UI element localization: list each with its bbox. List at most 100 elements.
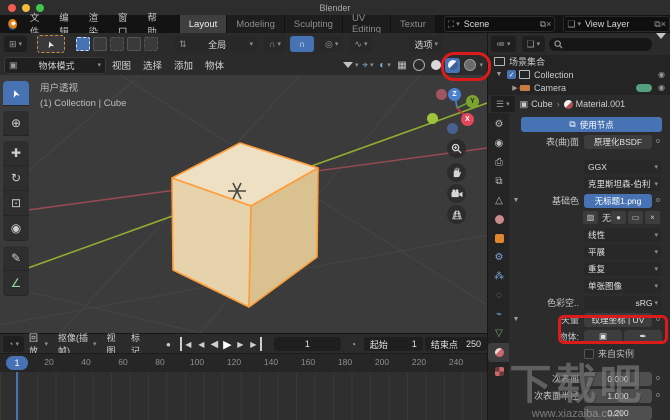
- camera-view-button[interactable]: [447, 184, 466, 203]
- extension-dropdown[interactable]: 重复▾: [584, 262, 662, 276]
- delete-scene-icon[interactable]: ×: [546, 20, 551, 29]
- tab-material[interactable]: [488, 343, 510, 362]
- tab-object[interactable]: [488, 229, 510, 248]
- object-picker-button[interactable]: ▣: [584, 330, 622, 344]
- outliner-row-camera[interactable]: ▶ Camera ◉: [488, 81, 670, 94]
- eye-icon[interactable]: ◉: [658, 83, 665, 92]
- timeline-editor-type-selector[interactable]: ◔ ▾: [3, 336, 24, 352]
- next-keyframe-button[interactable]: ▶: [234, 337, 247, 351]
- color-space-dropdown[interactable]: sRG▾: [584, 296, 662, 310]
- transform-orientation-dropdown[interactable]: ⇅ 全局 ▾: [174, 36, 258, 52]
- tab-texture-paint[interactable]: Textur: [391, 15, 436, 33]
- gizmo-z-axis[interactable]: Z: [448, 88, 461, 101]
- snap-toggle[interactable]: ∩: [290, 36, 314, 52]
- tab-uv-editing[interactable]: UV Editing: [343, 15, 391, 33]
- tab-modifiers[interactable]: ⚙: [488, 248, 510, 267]
- gizmo-x-axis[interactable]: X: [461, 113, 474, 126]
- orthographic-toggle-button[interactable]: [447, 205, 466, 224]
- shading-rendered-button[interactable]: [462, 58, 477, 73]
- decorator-dot[interactable]: o: [654, 138, 662, 145]
- zoom-button[interactable]: [447, 139, 466, 158]
- unlink-image-button[interactable]: ×: [645, 211, 660, 224]
- xray-toggle[interactable]: ▦: [394, 58, 409, 73]
- object-visibility-dropdown[interactable]: ▾: [343, 58, 359, 73]
- decorator-dot[interactable]: o: [654, 375, 662, 382]
- gizmo-neg-x-axis[interactable]: [436, 89, 447, 100]
- proportional-editing-dropdown[interactable]: ◎ ▾: [320, 36, 343, 52]
- gizmo-y-axis[interactable]: Y: [466, 95, 479, 108]
- playhead-line[interactable]: [16, 372, 18, 420]
- tool-annotate[interactable]: ✎: [3, 246, 29, 271]
- active-tool-select-box[interactable]: ➤: [37, 35, 65, 53]
- open-image-button[interactable]: ▭: [628, 211, 643, 224]
- mode-dropdown[interactable]: ▣ 物体模式 ▾: [4, 57, 106, 74]
- shading-solid-button[interactable]: [428, 58, 443, 73]
- tab-physics[interactable]: ◌: [488, 286, 510, 305]
- view-layer-selector[interactable]: ❏ ▾ View Layer ⧉ ×: [563, 16, 670, 32]
- tab-view-layer[interactable]: ⧉: [488, 172, 510, 191]
- source-dropdown[interactable]: 单张图像▾: [584, 279, 662, 293]
- outliner-editor-type-selector[interactable]: ≔ ▾: [491, 36, 516, 52]
- overlays-toggle[interactable]: ◐▾: [377, 58, 392, 73]
- blender-logo-icon[interactable]: [8, 19, 17, 30]
- gizmos-toggle[interactable]: ⌖▾: [360, 58, 375, 73]
- tab-tool[interactable]: ⚙: [488, 115, 510, 134]
- options-dropdown[interactable]: 选项 ▾: [409, 36, 443, 52]
- from-instancer-checkbox[interactable]: [584, 349, 594, 359]
- jump-to-end-button[interactable]: ▶: [247, 337, 262, 351]
- frame-start-field[interactable]: 起始 1: [364, 337, 423, 351]
- expand-triangle-icon[interactable]: ▼: [511, 316, 521, 323]
- outliner-display-mode[interactable]: ❏ ▾: [522, 36, 546, 52]
- editor-type-selector[interactable]: ⊞ ▾: [4, 36, 27, 52]
- play-reverse-button[interactable]: ◀: [208, 337, 221, 351]
- tool-measure[interactable]: ∠: [3, 271, 29, 296]
- tab-texture[interactable]: [488, 362, 510, 381]
- viewport-menu-object[interactable]: 物体: [199, 58, 230, 72]
- tab-render[interactable]: ◉: [488, 134, 510, 153]
- viewport-menu-add[interactable]: 添加: [168, 58, 199, 72]
- filter-funnel-icon[interactable]: [656, 39, 666, 50]
- pan-button[interactable]: [447, 163, 466, 182]
- auto-key-record-button[interactable]: ●: [162, 337, 175, 351]
- tab-output[interactable]: ⎙: [488, 153, 510, 172]
- select-mode-extend[interactable]: [93, 37, 107, 51]
- outliner-row-collection[interactable]: ▼ ✓ Collection ◉: [488, 68, 670, 81]
- scene-selector[interactable]: ⛶ ▾ Scene ⧉ ×: [444, 16, 555, 32]
- tab-sculpting[interactable]: Sculpting: [285, 15, 343, 33]
- shading-wireframe-button[interactable]: [411, 58, 426, 73]
- subsurface-radius-field-2[interactable]: 0.200: [584, 406, 652, 420]
- snap-dropdown[interactable]: ∩ ▾: [264, 36, 286, 52]
- decorator-dot[interactable]: o: [654, 392, 662, 399]
- tab-layout[interactable]: Layout: [180, 15, 228, 33]
- playhead[interactable]: 1: [6, 356, 28, 370]
- play-button[interactable]: ▶: [221, 337, 234, 351]
- image-name[interactable]: 无: [600, 211, 611, 224]
- tool-select-box[interactable]: ➤: [3, 81, 29, 106]
- tab-particles[interactable]: ⁂: [488, 267, 510, 286]
- vector-input-button[interactable]: 纹理坐标 | UV: [584, 313, 652, 327]
- tab-world[interactable]: [488, 210, 510, 229]
- tool-transform[interactable]: ◉: [3, 216, 29, 241]
- select-mode-subtract[interactable]: [110, 37, 124, 51]
- subsurface-method-dropdown[interactable]: 克里斯坦森-伯利▾: [584, 177, 662, 191]
- outliner-row-scene-collection[interactable]: 场景集合: [488, 55, 670, 68]
- decorator-dot[interactable]: o: [654, 316, 662, 323]
- collection-checkbox[interactable]: ✓: [507, 70, 516, 79]
- delete-view-layer-icon[interactable]: ×: [661, 20, 666, 29]
- viewport-menu-select[interactable]: 选择: [137, 58, 168, 72]
- eye-icon[interactable]: ◉: [658, 70, 665, 79]
- tab-modeling[interactable]: Modeling: [227, 15, 285, 33]
- select-mode-intersect[interactable]: [144, 37, 158, 51]
- select-mode-set[interactable]: [76, 37, 90, 51]
- jump-to-start-button[interactable]: ◀: [180, 337, 195, 351]
- expand-triangle-icon[interactable]: ▼: [511, 197, 521, 204]
- gizmo-neg-z-axis[interactable]: [447, 123, 458, 134]
- timeline-track-area[interactable]: [0, 372, 487, 420]
- new-image-button[interactable]: ●: [611, 211, 626, 224]
- select-mode-invert[interactable]: [127, 37, 141, 51]
- subsurface-field[interactable]: 0.000: [584, 372, 652, 386]
- properties-editor-type-selector[interactable]: ☰ ▾: [491, 96, 515, 112]
- projection-dropdown[interactable]: 平展▾: [584, 245, 662, 259]
- tool-move[interactable]: ✚: [3, 141, 29, 166]
- breadcrumb-object[interactable]: Cube: [531, 99, 553, 109]
